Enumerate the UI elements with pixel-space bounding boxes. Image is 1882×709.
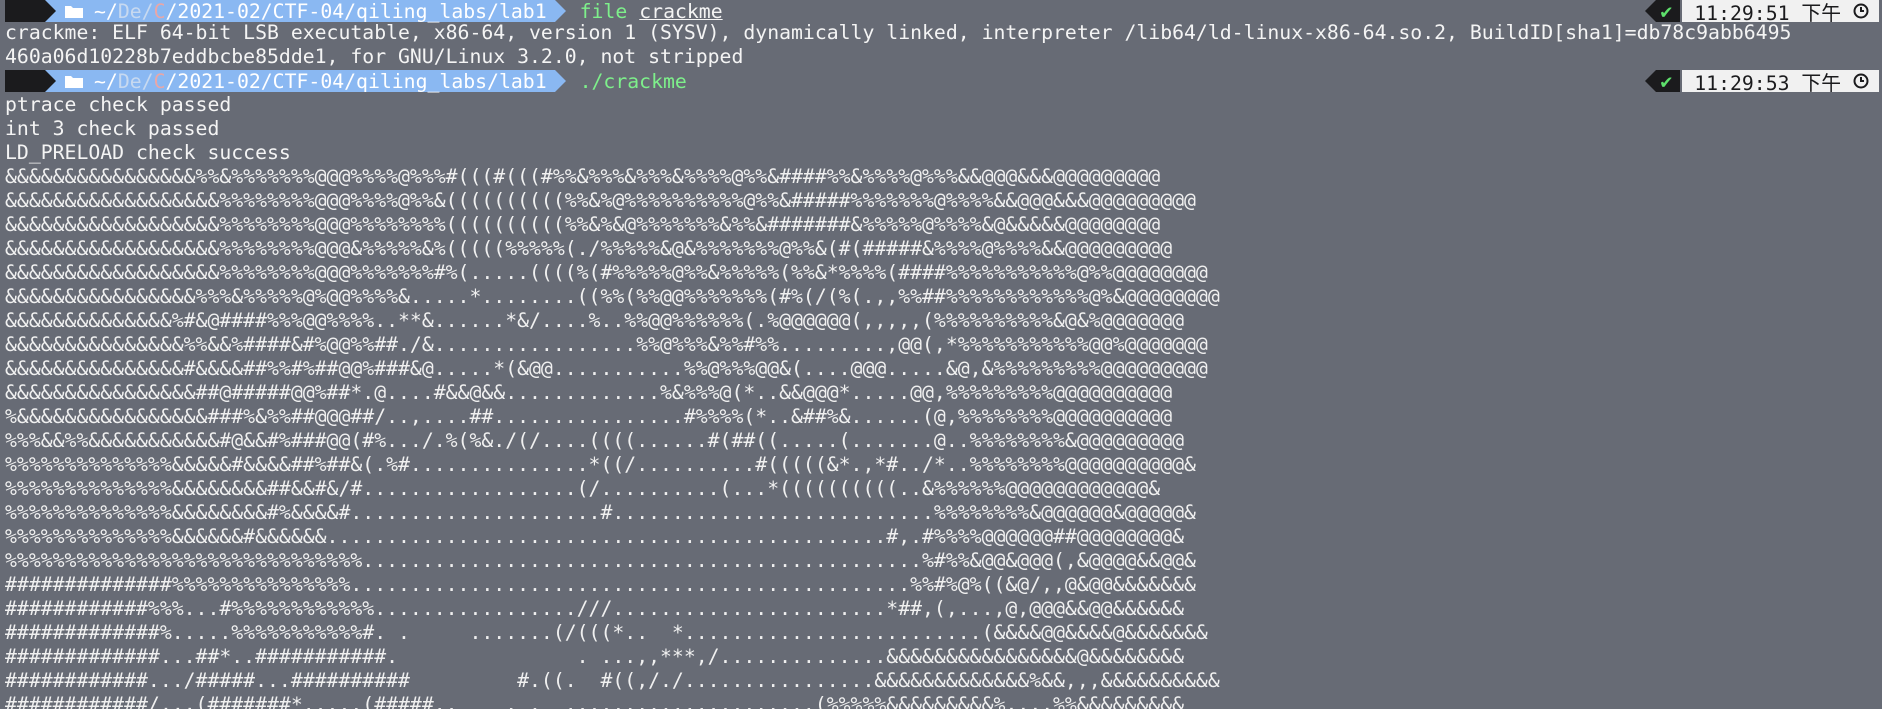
command-name: file bbox=[579, 0, 628, 23]
right-prompt-2: ✔ 11:29:53 下午 bbox=[1645, 70, 1879, 95]
output-line: ptrace check passed bbox=[5, 93, 232, 116]
ascii-art-line: &&&&&&&&&&&&&&%#&@####%%%@@%%%%..**&....… bbox=[5, 309, 1185, 332]
path-slash: / bbox=[141, 0, 154, 23]
ascii-art-line: %%%%%%%%%%%%%%&&&&&&#&&&&&&.............… bbox=[5, 525, 1185, 548]
ascii-art-line: ############/,,,(#######*.....(#####.. .… bbox=[5, 693, 1185, 709]
path-prefix: ~/ bbox=[94, 69, 118, 93]
path-rest: /2021-02/CTF-04/qiling_labs/lab1 bbox=[165, 0, 547, 23]
ascii-art-line: %%%%%%%%%%%%%%&&&&&#&&&&##%##&(.%#......… bbox=[5, 453, 1196, 476]
ascii-art-line: &&&&&&&&&&&&&&&&&&%%%%%%%%@@@%%%%%%%%(((… bbox=[5, 213, 1161, 236]
ascii-art-line: &&&&&&&&&&&&&&&%%&&%####&#%@@%%##./&....… bbox=[5, 333, 1208, 356]
output-line: crackme: ELF 64-bit LSB executable, x86-… bbox=[5, 21, 1792, 44]
terminal-window[interactable]: ~/De / C/2021-02/CTF-04/qiling_labs/lab1 f… bbox=[0, 0, 1882, 709]
command-argument[interactable]: crackme bbox=[639, 0, 722, 23]
path-dim: De bbox=[117, 0, 142, 23]
path-red: C bbox=[153, 0, 166, 23]
folder-icon bbox=[64, 4, 84, 19]
segment-separator bbox=[1645, 70, 1657, 92]
path-prefix: ~/ bbox=[94, 0, 118, 23]
ascii-art-line: #############...##*..###########. . ...,… bbox=[5, 645, 1185, 668]
ascii-art-line: &&&&&&&&&&&&&&&#&&&&##%%#%##@@%###&@....… bbox=[5, 357, 1208, 380]
path-red: C bbox=[153, 69, 166, 93]
ascii-art-line: &&&&&&&&&&&&&&&&##@#####@@%##*.@....#&&@… bbox=[5, 381, 1173, 404]
prompt-line-2: ~/De / C/2021-02/CTF-04/qiling_labs/lab1 .… bbox=[5, 69, 687, 93]
ascii-art-line: &&&&&&&&&&&&&&&&&&%%%%%%%%@@@%%%%%%%#%(.… bbox=[5, 261, 1208, 284]
path-rest: /2021-02/CTF-04/qiling_labs/lab1 bbox=[165, 69, 547, 93]
command-name: ./crackme bbox=[579, 69, 687, 93]
ascii-art-line: ############.../#####...########## #.((.… bbox=[5, 669, 1220, 692]
time-segment: 11:29:51 下午 bbox=[1682, 0, 1879, 25]
output-line: 460a06d10228b7eddbcbe85dde1, for GNU/Lin… bbox=[5, 45, 744, 68]
output-line: LD_PRELOAD check success bbox=[5, 141, 291, 164]
clock-icon bbox=[1853, 3, 1869, 19]
ascii-art-line: ##############%%%%%%%%%%%%%%%...........… bbox=[5, 573, 1196, 596]
os-segment bbox=[5, 0, 45, 22]
path-slash: / bbox=[141, 69, 154, 93]
clock-icon bbox=[1853, 73, 1869, 89]
time-segment: 11:29:53 下午 bbox=[1682, 70, 1879, 95]
status-badge: ✔ bbox=[1656, 0, 1681, 23]
timestamp: 11:29:53 下午 bbox=[1694, 71, 1841, 95]
ascii-art-line: #############%.....%%%%%%%%%%%#. . .....… bbox=[5, 621, 1208, 644]
ascii-art-line: %%%%%%%%%%%%%%%%%%%%%%%%%%%%%%..........… bbox=[5, 549, 1196, 572]
output-line: int 3 check passed bbox=[5, 117, 220, 140]
segment-separator bbox=[554, 0, 566, 22]
status-badge: ✔ bbox=[1656, 70, 1681, 93]
segment-separator bbox=[554, 70, 566, 92]
path-segment: ~/De / C/2021-02/CTF-04/qiling_labs/lab1 bbox=[56, 69, 555, 93]
prompt-line-1: ~/De / C/2021-02/CTF-04/qiling_labs/lab1 f… bbox=[5, 0, 723, 23]
path-segment: ~/De / C/2021-02/CTF-04/qiling_labs/lab1 bbox=[56, 0, 555, 23]
ascii-art-line: %%%&&%%&&&&&&&&&&&#@&&#%###@@(#%.../.%(%… bbox=[5, 429, 1185, 452]
ascii-art-line: &&&&&&&&&&&&&&&&%%%&%%%%%@%@@%%%%&.....*… bbox=[5, 285, 1220, 308]
ascii-art-line: %%%%%%%%%%%%%%&&&&&&&&##&&#&/#..........… bbox=[5, 477, 1161, 500]
ascii-art-line: %%%%%%%%%%%%%%&&&&&&&&#%&&&&#...........… bbox=[5, 501, 1196, 524]
path-dim: De bbox=[117, 69, 142, 93]
ascii-art-line: &&&&&&&&&&&&&&&&&&%%%%%%%%@@@&%%%%%&%(((… bbox=[5, 237, 1173, 260]
segment-separator bbox=[45, 70, 56, 92]
segment-separator bbox=[1645, 0, 1657, 22]
folder-icon bbox=[64, 74, 84, 89]
right-prompt-1: ✔ 11:29:51 下午 bbox=[1645, 0, 1879, 25]
ascii-art-line: ############%%%...#%%%%%%%%%%%%.........… bbox=[5, 597, 1185, 620]
segment-separator bbox=[45, 0, 56, 22]
ascii-art-line: &&&&&&&&&&&&&&&&%%&%%%%%%%@@@%%%%@%%%#((… bbox=[5, 165, 1161, 188]
os-segment bbox=[5, 70, 45, 92]
ascii-art-line: &&&&&&&&&&&&&&&&&&%%%%%%%%@@@%%%%@%%&(((… bbox=[5, 189, 1196, 212]
ascii-art-line: %&&&&&&&&&&&&&&&&###%&%%##@@@##/..,....#… bbox=[5, 405, 1173, 428]
